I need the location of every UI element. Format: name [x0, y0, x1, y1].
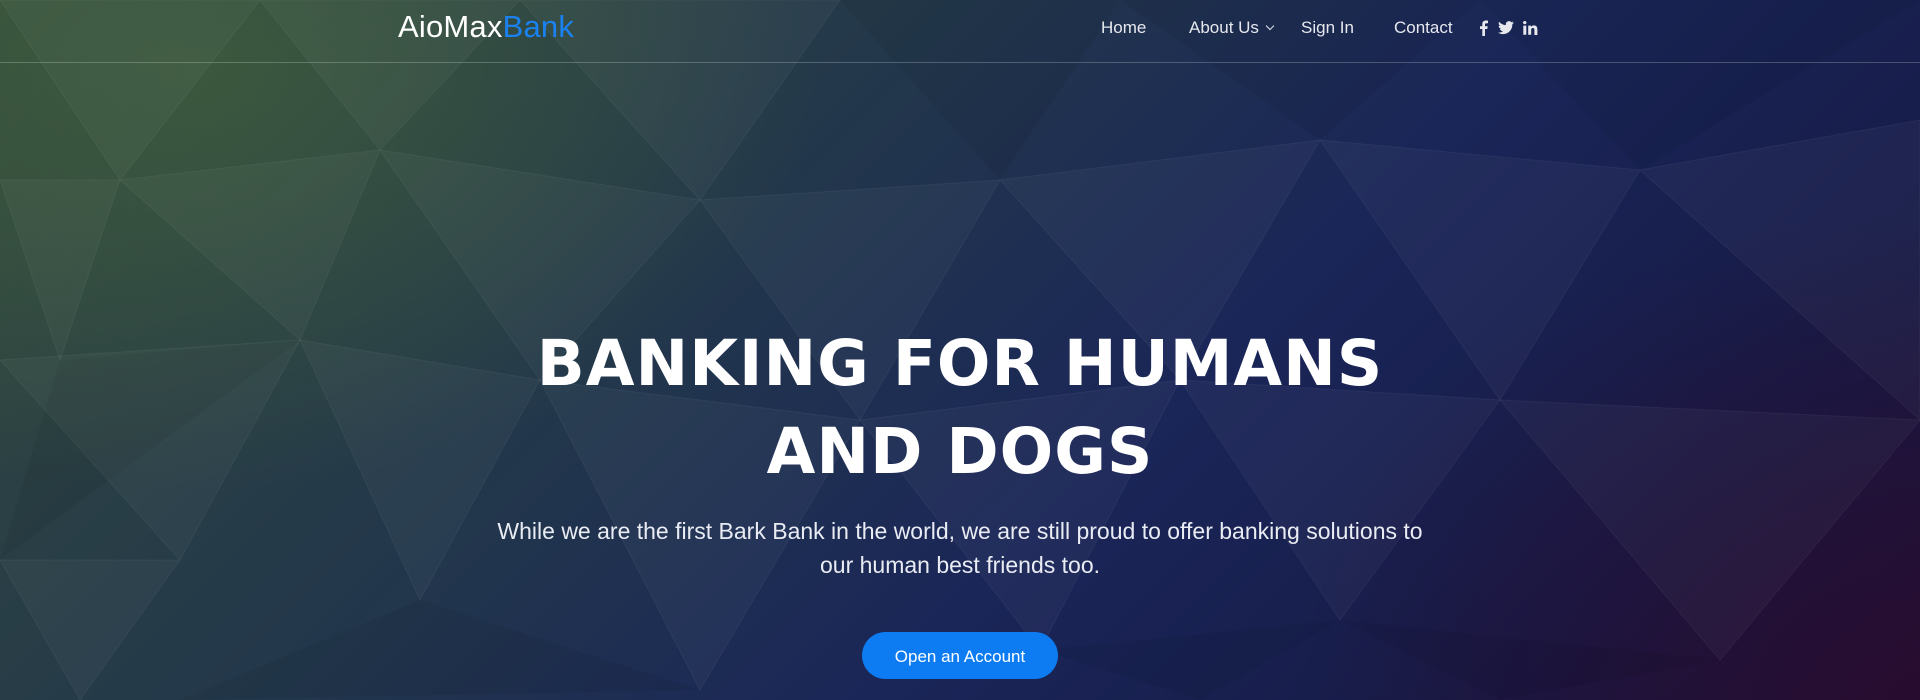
brand-logo[interactable]: AioMaxBank [398, 10, 574, 44]
open-account-button[interactable]: Open an Account [862, 632, 1058, 679]
hero-subtitle-line-1: While we are the first Bark Bank in the … [497, 518, 1423, 544]
facebook-icon[interactable] [1479, 18, 1488, 38]
linkedin-icon[interactable] [1523, 18, 1538, 38]
top-navbar: AioMaxBank Home About Us Sign In Contact [0, 0, 1920, 63]
nav-link-contact[interactable]: Contact [1394, 16, 1453, 40]
chevron-down-icon [1265, 21, 1275, 31]
twitter-icon[interactable] [1498, 18, 1514, 38]
nav-link-home[interactable]: Home [1101, 16, 1146, 40]
nav-link-sign-in[interactable]: Sign In [1301, 16, 1354, 40]
nav-link-about-us[interactable]: About Us [1189, 16, 1275, 40]
brand-name-main: AioMax [398, 9, 503, 44]
hero-section: BANKING FOR HUMANS AND DOGS While we are… [0, 320, 1920, 679]
hero-subtitle-line-2: our human best friends too. [820, 552, 1100, 578]
hero-title: BANKING FOR HUMANS AND DOGS [0, 320, 1920, 496]
nav-link-about-us-label: About Us [1189, 18, 1259, 37]
hero-title-line-1: BANKING FOR HUMANS [536, 327, 1384, 400]
hero-title-line-2: AND DOGS [766, 415, 1154, 488]
brand-name-accent: Bank [502, 9, 575, 44]
hero-subtitle: While we are the first Bark Bank in the … [470, 514, 1450, 582]
